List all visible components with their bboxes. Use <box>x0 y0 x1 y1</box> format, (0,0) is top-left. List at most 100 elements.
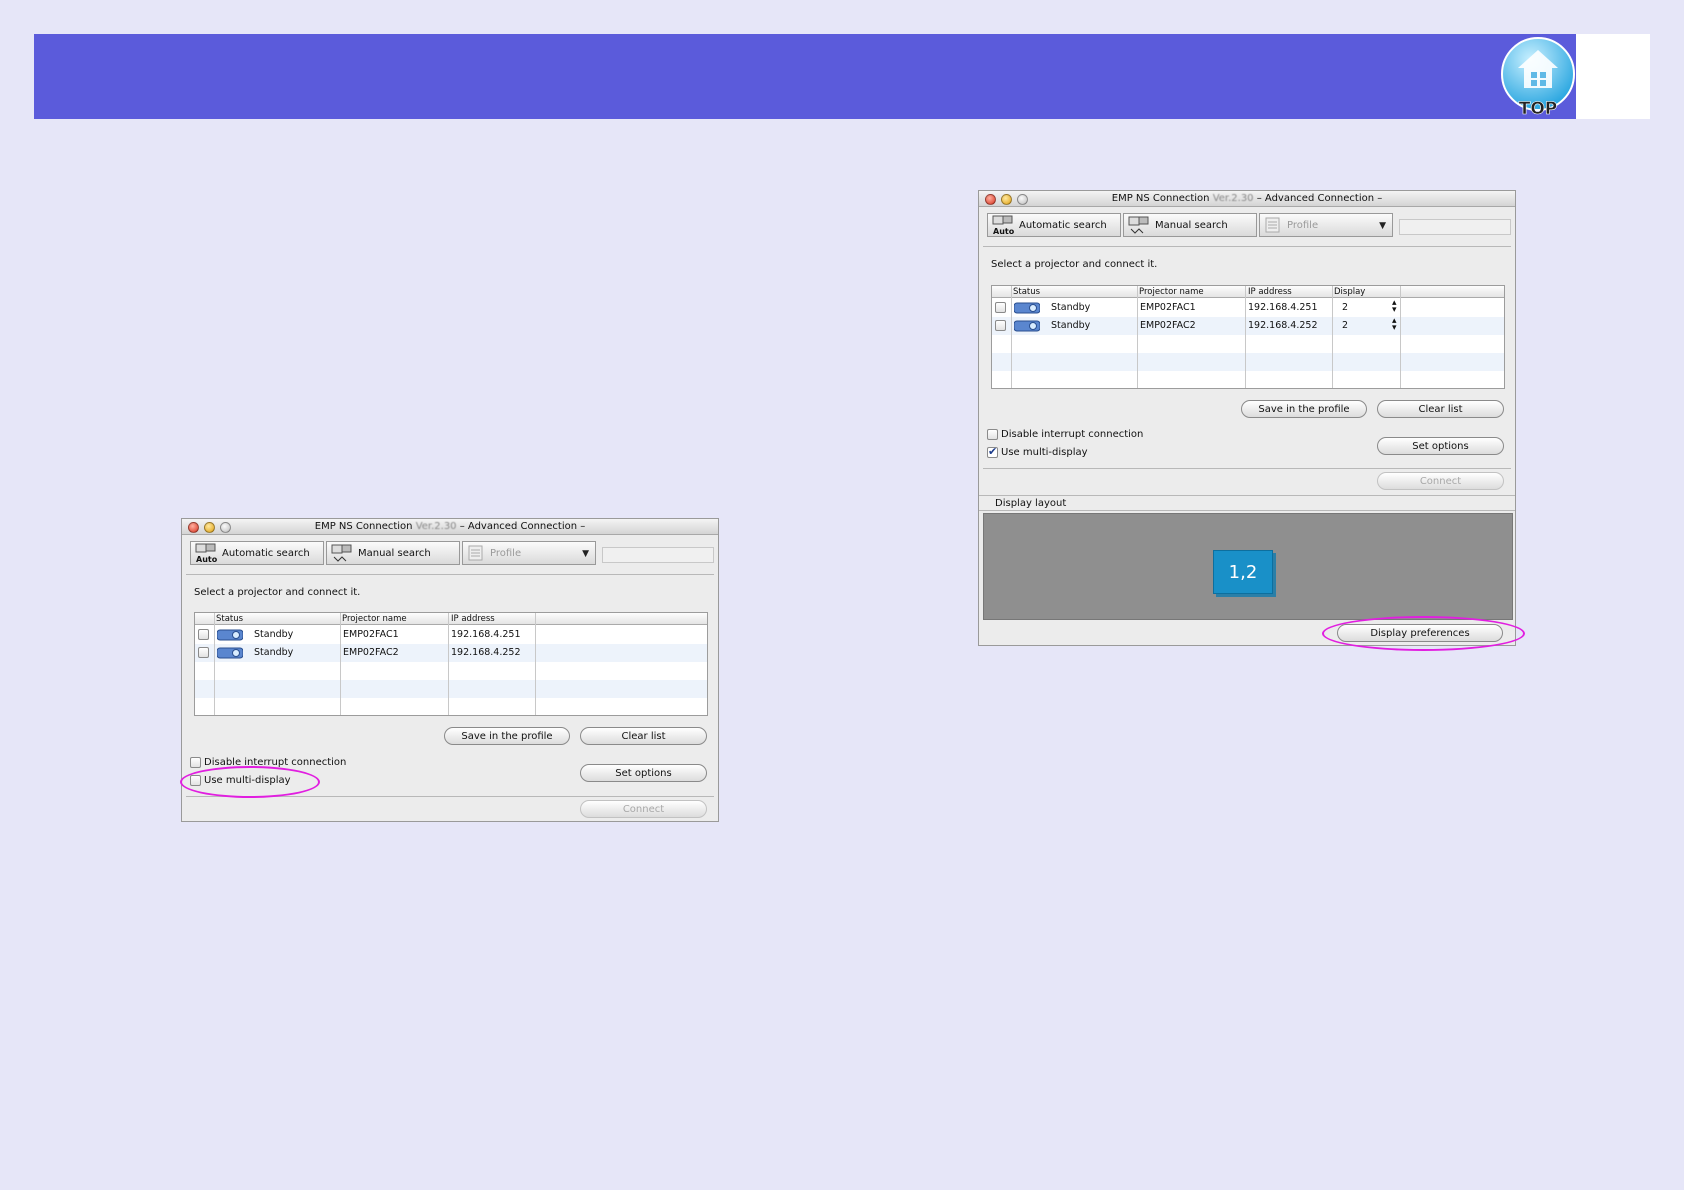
column-header-ip-address[interactable]: IP address <box>451 614 495 624</box>
projector-name-value: EMP02FAC2 <box>343 647 399 658</box>
dropdown-arrow-icon: ▼ <box>1379 221 1386 231</box>
save-in-profile-button[interactable]: Save in the profile <box>444 727 570 745</box>
top-label: TOP <box>1519 99 1558 118</box>
ip-address-value: 192.168.4.252 <box>1248 320 1318 331</box>
empty-row <box>195 662 707 680</box>
top-button[interactable]: TOP <box>1498 34 1578 119</box>
svg-text:Auto: Auto <box>196 555 217 563</box>
disable-interrupt-checkbox[interactable] <box>190 757 201 768</box>
column-divider <box>1137 286 1138 388</box>
connect-button[interactable]: Connect <box>580 800 707 818</box>
instruction-text: Select a projector and connect it. <box>991 259 1158 270</box>
column-divider <box>340 613 341 715</box>
disable-interrupt-checkbox[interactable] <box>987 429 998 440</box>
display-layout-area[interactable]: 1,2 <box>983 513 1513 620</box>
manual-search-button[interactable]: Manual search <box>1123 213 1257 237</box>
clear-list-button[interactable]: Clear list <box>580 727 707 745</box>
ip-address-value: 192.168.4.251 <box>1248 302 1318 313</box>
instruction-text: Select a projector and connect it. <box>194 587 361 598</box>
display-number-value[interactable]: 2 <box>1342 302 1348 313</box>
automatic-search-button[interactable]: Auto Automatic search <box>190 541 324 565</box>
auto-search-icon: Auto <box>195 543 217 563</box>
projector-icon <box>1014 320 1040 332</box>
profile-dropdown[interactable]: Profile ▼ <box>1259 213 1393 237</box>
table-row[interactable]: Standby EMP02FAC2 192.168.4.252 <box>195 644 707 662</box>
disable-interrupt-label: Disable interrupt connection <box>1001 429 1144 440</box>
automatic-search-button[interactable]: Auto Automatic search <box>987 213 1121 237</box>
column-divider <box>1332 286 1333 388</box>
clear-list-button[interactable]: Clear list <box>1377 400 1504 418</box>
column-divider <box>214 613 215 715</box>
display-stepper-icon[interactable]: ▴ ▾ <box>1392 317 1397 333</box>
row-checkbox[interactable] <box>995 302 1006 313</box>
table-row[interactable]: Standby EMP02FAC2 192.168.4.252 2 ▴ ▾ <box>992 317 1504 335</box>
row-checkbox[interactable] <box>995 320 1006 331</box>
projector-icon <box>217 629 243 641</box>
projector-name-value: EMP02FAC1 <box>343 629 399 640</box>
connect-button[interactable]: Connect <box>1377 472 1504 490</box>
projector-list: Status Projector name IP address Standby… <box>194 612 708 716</box>
column-divider <box>1400 286 1401 388</box>
right-window: EMP NS Connection Ver.2.30 – Advanced Co… <box>978 190 1516 646</box>
divider <box>979 495 1515 496</box>
use-multi-display-checkbox[interactable] <box>987 445 998 458</box>
dropdown-arrow-icon: ▼ <box>582 549 589 559</box>
column-header-status[interactable]: Status <box>1013 287 1040 297</box>
manual-search-button[interactable]: Manual search <box>326 541 460 565</box>
set-options-button[interactable]: Set options <box>1377 437 1504 455</box>
status-value: Standby <box>254 647 294 658</box>
projector-icon <box>1014 302 1040 314</box>
column-divider <box>448 613 449 715</box>
disable-interrupt-option[interactable]: Disable interrupt connection <box>987 429 1143 440</box>
projector-list: Status Projector name IP address Display… <box>991 285 1505 389</box>
toolbar-blank-field <box>1399 219 1511 235</box>
highlight-ellipse <box>1322 616 1525 651</box>
display-box[interactable]: 1,2 <box>1213 550 1273 594</box>
projector-name-value: EMP02FAC2 <box>1140 320 1196 331</box>
projector-name-value: EMP02FAC1 <box>1140 302 1196 313</box>
profile-dropdown[interactable]: Profile ▼ <box>462 541 596 565</box>
column-header-projector-name[interactable]: Projector name <box>342 614 407 624</box>
window-title: EMP NS Connection Ver.2.30 – Advanced Co… <box>1111 193 1383 204</box>
automatic-search-label: Automatic search <box>222 547 310 559</box>
window-titlebar[interactable]: EMP NS Connection Ver.2.30 – Advanced Co… <box>182 519 718 535</box>
column-header-projector-name[interactable]: Projector name <box>1139 287 1204 297</box>
table-row[interactable]: Standby EMP02FAC1 192.168.4.251 <box>195 626 707 644</box>
empty-row <box>992 371 1504 388</box>
empty-row <box>992 335 1504 353</box>
svg-text:Auto: Auto <box>993 227 1014 235</box>
row-checkbox[interactable] <box>198 647 209 658</box>
status-value: Standby <box>1051 302 1091 313</box>
manual-search-label: Manual search <box>1155 219 1228 231</box>
column-header-display[interactable]: Display <box>1334 287 1365 297</box>
highlight-ellipse <box>180 766 320 798</box>
status-value: Standby <box>1051 320 1091 331</box>
divider <box>979 510 1515 511</box>
window-title: EMP NS Connection Ver.2.30 – Advanced Co… <box>314 521 586 532</box>
window-titlebar[interactable]: EMP NS Connection Ver.2.30 – Advanced Co… <box>979 191 1515 207</box>
projector-icon <box>217 647 243 659</box>
empty-row <box>992 353 1504 371</box>
divider <box>983 246 1511 247</box>
list-header: Status Projector name IP address Display <box>992 286 1504 298</box>
column-divider <box>535 613 536 715</box>
auto-search-icon: Auto <box>992 215 1014 235</box>
use-multi-display-label: Use multi-display <box>1001 447 1088 458</box>
home-icon: TOP <box>1501 37 1575 119</box>
display-number-value[interactable]: 2 <box>1342 320 1348 331</box>
use-multi-display-option[interactable]: Use multi-display <box>987 445 1088 458</box>
display-stepper-icon[interactable]: ▴ ▾ <box>1392 299 1397 315</box>
manual-search-icon <box>331 544 352 562</box>
status-value: Standby <box>254 629 294 640</box>
set-options-button[interactable]: Set options <box>580 764 707 782</box>
list-header: Status Projector name IP address <box>195 613 707 625</box>
profile-icon <box>468 545 483 561</box>
column-header-ip-address[interactable]: IP address <box>1248 287 1292 297</box>
save-in-profile-button[interactable]: Save in the profile <box>1241 400 1367 418</box>
automatic-search-label: Automatic search <box>1019 219 1107 231</box>
display-layout-label: Display layout <box>995 498 1067 509</box>
table-row[interactable]: Standby EMP02FAC1 192.168.4.251 2 ▴ ▾ <box>992 299 1504 317</box>
column-header-status[interactable]: Status <box>216 614 243 624</box>
row-checkbox[interactable] <box>198 629 209 640</box>
profile-label: Profile <box>490 547 522 559</box>
